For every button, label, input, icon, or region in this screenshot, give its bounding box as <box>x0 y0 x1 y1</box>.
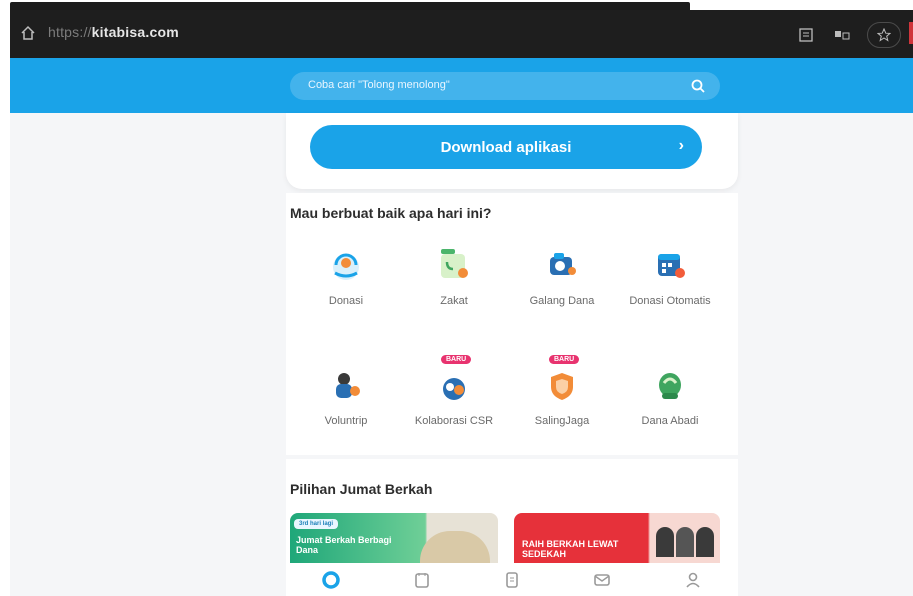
donasi-otomatis-icon <box>650 245 690 285</box>
new-badge: BARU <box>441 355 472 364</box>
service-donasi-otomatis[interactable]: Donasi Otomatis <box>620 245 720 310</box>
nav-home-icon[interactable] <box>321 570 341 590</box>
services-title: Mau berbuat baik apa hari ini? <box>290 205 492 221</box>
service-saling-jaga[interactable]: BARU SalingJaga <box>512 355 612 430</box>
browser-tab-bar <box>10 2 690 10</box>
download-app-label: Download aplikasi <box>440 138 572 156</box>
service-label: Dana Abadi <box>641 415 699 427</box>
url-text[interactable]: https://kitabisa.com <box>48 24 179 40</box>
service-galang-dana[interactable]: Galang Dana <box>512 245 612 310</box>
mosque-illustration <box>420 531 490 563</box>
url-host: kitabisa.com <box>91 24 179 40</box>
new-badge: BARU <box>549 355 580 364</box>
donasi-icon <box>326 245 366 285</box>
chevron-right-icon: › <box>678 137 684 154</box>
service-label: Zakat <box>440 295 468 307</box>
service-zakat[interactable]: Zakat <box>404 245 504 310</box>
dana-abadi-icon <box>650 365 690 405</box>
galang-dana-icon <box>542 245 582 285</box>
zakat-icon <box>434 245 474 285</box>
jumat-banner-1[interactable]: 3rd hari lagi Jumat Berkah Berbagi Dana <box>290 513 498 563</box>
browser-top-strip <box>0 0 913 10</box>
translate-icon[interactable] <box>831 24 853 46</box>
service-label: Galang Dana <box>529 295 595 307</box>
browser-address-bar[interactable]: https://kitabisa.com <box>10 10 913 58</box>
service-voluntrip[interactable]: Voluntrip <box>296 365 396 430</box>
kolaborasi-csr-icon: BARU <box>434 355 474 405</box>
jumat-berkah-card: Pilihan Jumat Berkah 3rd hari lagi Jumat… <box>286 459 738 596</box>
extension-marker <box>909 22 913 44</box>
people-illustration <box>656 527 714 557</box>
url-scheme: https:// <box>48 24 92 40</box>
download-app-button[interactable]: Download aplikasi › <box>310 125 702 169</box>
service-label: Voluntrip <box>324 415 368 427</box>
search-placeholder: Coba cari "Tolong menolong" <box>308 79 450 91</box>
service-dana-abadi[interactable]: Dana Abadi <box>620 365 720 430</box>
nav-inbox-icon[interactable] <box>592 570 612 590</box>
service-kolaborasi-csr[interactable]: BARU Kolaborasi CSR <box>404 355 504 430</box>
banner-tag: 3rd hari lagi <box>294 519 339 529</box>
search-icon[interactable] <box>690 78 706 94</box>
nav-donasi-saya-icon[interactable] <box>412 570 432 590</box>
jumat-banner-2[interactable]: RAIH BERKAH LEWAT SEDEKAH <box>514 513 720 563</box>
service-label: SalingJaga <box>534 415 590 427</box>
reader-mode-icon[interactable] <box>795 24 817 46</box>
jumat-title: Pilihan Jumat Berkah <box>290 481 433 497</box>
home-icon[interactable] <box>20 25 36 41</box>
services-card: Mau berbuat baik apa hari ini? Donasi Za… <box>286 193 738 455</box>
nav-galang-dana-icon[interactable] <box>502 570 522 590</box>
search-input[interactable]: Coba cari "Tolong menolong" <box>290 72 720 100</box>
site-header: Coba cari "Tolong menolong" <box>10 58 913 113</box>
voluntrip-icon <box>326 365 366 405</box>
banner-text: Jumat Berkah Berbagi Dana <box>296 535 392 555</box>
banner-text: RAIH BERKAH LEWAT SEDEKAH <box>522 539 619 559</box>
page-body: Download aplikasi › Mau berbuat baik apa… <box>10 113 913 596</box>
saling-jaga-icon: BARU <box>542 355 582 405</box>
nav-akun-icon[interactable] <box>683 570 703 590</box>
service-label: Donasi Otomatis <box>629 295 711 307</box>
download-card: Download aplikasi › <box>286 113 738 189</box>
bottom-navigation <box>286 563 738 596</box>
bookmark-star-icon[interactable] <box>867 22 901 48</box>
service-label: Donasi <box>328 295 364 307</box>
service-donasi[interactable]: Donasi <box>296 245 396 310</box>
service-label: Kolaborasi CSR <box>414 415 494 427</box>
